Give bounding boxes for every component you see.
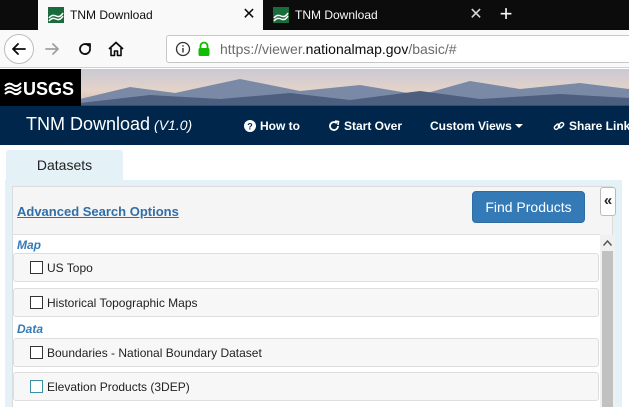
usgs-favicon-icon xyxy=(273,7,289,23)
usgs-banner: USGS xyxy=(0,69,629,106)
url-bar[interactable]: https://viewer.nationalmap.gov/basic/# xyxy=(166,35,629,63)
close-tab-icon[interactable]: ✕ xyxy=(462,0,490,30)
home-button[interactable] xyxy=(101,34,131,64)
tab-title: TNM Download xyxy=(295,8,378,22)
scrollbar-thumb[interactable] xyxy=(602,251,613,407)
info-icon[interactable] xyxy=(175,41,191,57)
panel-tabs: Datasets xyxy=(0,145,629,181)
tab-title: TNM Download xyxy=(70,8,153,22)
reload-icon xyxy=(79,43,91,55)
collapse-panel-button[interactable]: « xyxy=(600,187,616,216)
browser-tab-active[interactable]: TNM Download ✕ xyxy=(38,0,263,30)
start-over-link[interactable]: Start Over xyxy=(328,119,402,133)
browser-tab-strip: TNM Download ✕ TNM Download ✕ + xyxy=(0,0,629,30)
browser-tab-inactive[interactable]: TNM Download ✕ xyxy=(263,0,490,30)
forward-arrow-icon xyxy=(45,43,59,55)
list-item[interactable]: Elevation Products (3DEP) xyxy=(13,372,599,401)
mountain-scenery-image xyxy=(80,79,629,106)
dataset-list-scrollbar[interactable] xyxy=(600,235,615,407)
app-title-text: TNM Download xyxy=(26,114,151,134)
usgs-logo-text: USGS xyxy=(23,79,74,99)
close-tab-icon[interactable]: ✕ xyxy=(235,0,263,30)
dataset-checkbox[interactable] xyxy=(30,380,43,393)
question-circle-icon: ? xyxy=(244,120,256,132)
dataset-checkbox[interactable] xyxy=(30,296,43,309)
usgs-logo[interactable]: USGS xyxy=(0,69,81,106)
advanced-search-options-link[interactable]: Advanced Search Options xyxy=(17,204,179,219)
dataset-checkbox[interactable] xyxy=(30,261,43,274)
datasets-panel: Advanced Search Options Find Products Ma… xyxy=(5,180,622,407)
link-chain-icon xyxy=(553,121,565,131)
url-text: https://viewer.nationalmap.gov/basic/# xyxy=(220,41,457,57)
usgs-favicon-icon xyxy=(48,7,64,23)
tab-datasets[interactable]: Datasets xyxy=(6,150,123,181)
refresh-icon xyxy=(329,120,340,131)
dataset-label: US Topo xyxy=(47,260,93,275)
custom-views-label: Custom Views xyxy=(430,119,512,133)
how-to-label: How to xyxy=(260,119,300,133)
browser-navigation-bar: https://viewer.nationalmap.gov/basic/# xyxy=(0,30,629,68)
forward-button[interactable] xyxy=(37,34,67,64)
share-link-label: Share Link xyxy=(569,119,629,133)
app-version: (V1.0) xyxy=(154,117,193,133)
start-over-label: Start Over xyxy=(344,119,403,133)
section-header-data: Data xyxy=(17,322,44,336)
datasets-panel-body: Advanced Search Options Find Products Ma… xyxy=(12,186,613,407)
dataset-label: Boundaries - National Boundary Dataset xyxy=(47,345,262,360)
home-icon xyxy=(108,41,124,57)
app-title: TNM Download (V1.0) xyxy=(26,114,192,135)
list-item[interactable]: Boundaries - National Boundary Dataset xyxy=(13,338,599,367)
back-button[interactable] xyxy=(4,34,34,64)
find-products-button[interactable]: Find Products xyxy=(472,191,585,223)
scroll-up-arrow-icon[interactable] xyxy=(600,235,615,250)
list-item[interactable]: US Topo xyxy=(13,253,599,282)
new-tab-button[interactable]: + xyxy=(491,0,521,30)
section-header-map: Map xyxy=(17,238,41,252)
dataset-checkbox[interactable] xyxy=(30,346,43,359)
reload-button[interactable] xyxy=(70,34,100,64)
svg-text:?: ? xyxy=(247,122,253,132)
lock-icon xyxy=(198,41,210,56)
list-item[interactable]: Historical Topographic Maps xyxy=(13,288,599,317)
dataset-label: Elevation Products (3DEP) xyxy=(47,379,190,394)
usgs-logo-icon: USGS xyxy=(3,79,74,99)
app-header: TNM Download (V1.0) ? How to Start Over C… xyxy=(0,106,629,145)
caret-down-icon xyxy=(514,124,523,128)
how-to-link[interactable]: ? How to xyxy=(244,119,300,133)
back-arrow-icon xyxy=(12,43,26,55)
share-link[interactable]: Share Link xyxy=(553,119,629,133)
custom-views-dropdown[interactable]: Custom Views xyxy=(430,119,523,133)
dataset-list: Map US Topo Historical Topographic Maps … xyxy=(13,234,600,407)
dataset-label: Historical Topographic Maps xyxy=(47,295,198,310)
